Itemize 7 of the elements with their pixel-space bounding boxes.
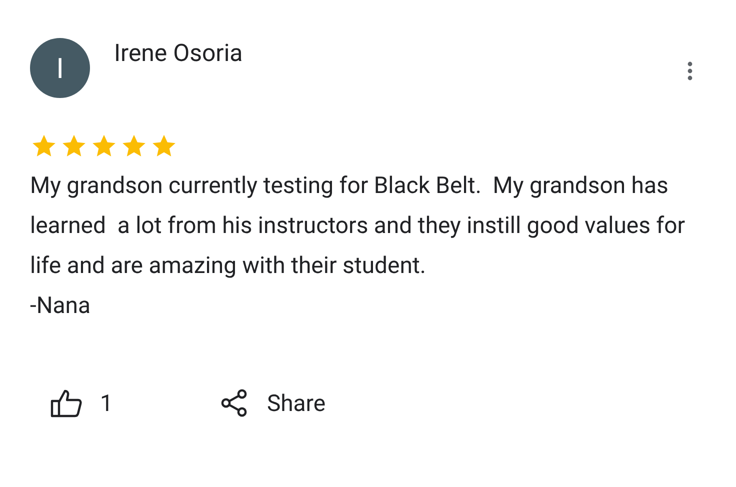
share-icon [218,388,249,418]
avatar: I [30,38,90,98]
like-button[interactable]: 1 [50,388,113,418]
thumbs-up-icon [50,388,84,418]
reviewer-name: Irene Osoria [114,38,244,68]
review-text: My grandson currently testing for Black Belt. My grandson has learned a lot from his instructors and they instill good values for life and are amazing with their student. -Nana [30,171,686,321]
share-button[interactable]: Share [218,388,326,418]
